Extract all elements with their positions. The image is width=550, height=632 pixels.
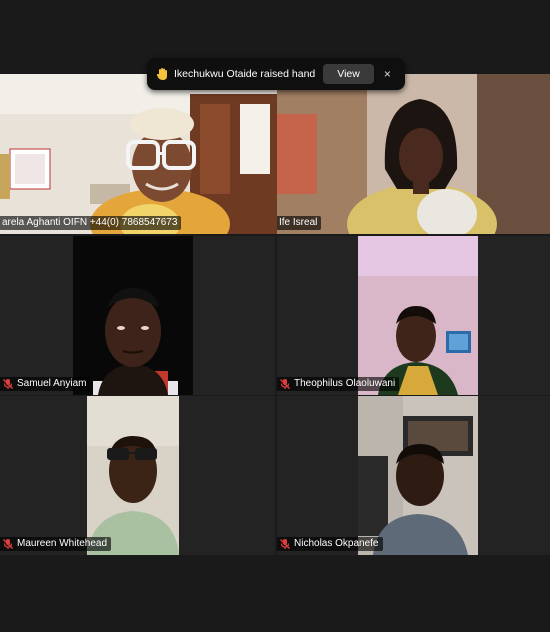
muted-mic-icon	[280, 539, 290, 549]
participant-video	[277, 74, 550, 234]
participant-name-tag: Nicholas Okpanefe	[277, 537, 383, 551]
participant-video	[87, 396, 179, 555]
participant-name: Samuel Anyiam	[17, 378, 87, 389]
participant-name-tag: Theophilus Olaoluwani	[277, 377, 400, 391]
video-tile-theophilus-olaoluwani[interactable]: Theophilus Olaoluwani	[277, 236, 550, 395]
video-tile-arela-aghanti[interactable]: arela Aghanti OIFN +44(0) 7868547673	[0, 74, 277, 234]
participant-name: Theophilus Olaoluwani	[294, 378, 396, 389]
participant-video	[0, 74, 277, 234]
participant-name: arela Aghanti OIFN +44(0) 7868547673	[2, 217, 178, 228]
view-button[interactable]: View	[323, 64, 374, 84]
video-tile-ife-isreal[interactable]: Ife Isreal	[277, 74, 550, 234]
video-tile-samuel-anyiam[interactable]: Samuel Anyiam	[0, 236, 275, 395]
participant-name-tag: Maureen Whitehead	[0, 537, 112, 551]
muted-mic-icon	[3, 539, 13, 549]
video-tile-maureen-whitehead[interactable]: Maureen Whitehead	[0, 396, 275, 555]
participant-name: Ife Isreal	[279, 217, 318, 228]
raised-hand-icon	[156, 68, 167, 80]
close-notification-icon[interactable]: ×	[384, 67, 391, 81]
video-tile-nicholas-okpanefe[interactable]: Nicholas Okpanefe	[277, 396, 550, 555]
muted-mic-icon	[3, 379, 13, 389]
participant-video	[73, 236, 193, 395]
participant-video	[358, 396, 478, 555]
notification-message: Ikechukwu Otaide raised hand	[174, 68, 316, 80]
muted-mic-icon	[280, 379, 290, 389]
participant-name: Nicholas Okpanefe	[294, 538, 379, 549]
participant-name-tag: Ife Isreal	[277, 216, 322, 230]
participant-video	[358, 236, 478, 395]
participant-name-tag: Samuel Anyiam	[0, 377, 91, 391]
participant-name: Maureen Whitehead	[17, 538, 108, 549]
raised-hand-notification: Ikechukwu Otaide raised hand View ×	[147, 58, 405, 90]
participant-name-tag: arela Aghanti OIFN +44(0) 7868547673	[0, 216, 182, 230]
